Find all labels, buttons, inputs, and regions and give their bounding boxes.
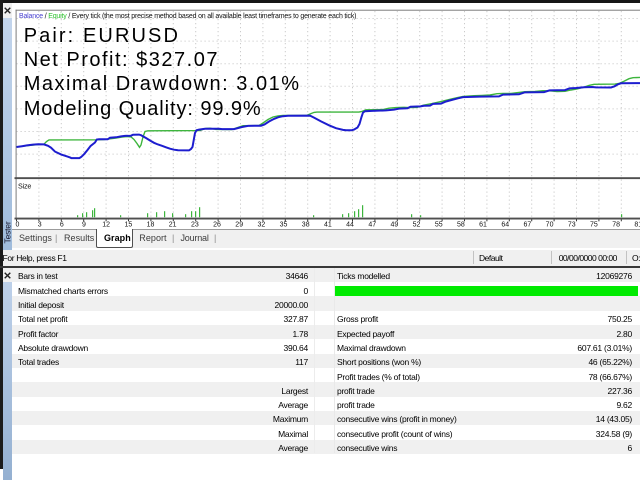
svg-text:73: 73: [568, 222, 576, 229]
svg-text:55: 55: [435, 222, 443, 229]
svg-text:75: 75: [590, 222, 598, 229]
svg-text:26: 26: [213, 222, 221, 229]
svg-text:41: 41: [324, 222, 332, 229]
svg-text:67: 67: [524, 222, 532, 229]
svg-text:15: 15: [124, 222, 132, 229]
svg-text:49: 49: [390, 222, 398, 229]
svg-text:44: 44: [346, 222, 354, 229]
svg-text:64: 64: [501, 222, 509, 229]
svg-text:32: 32: [257, 222, 265, 229]
svg-text:58: 58: [457, 222, 465, 229]
svg-text:61: 61: [479, 222, 487, 229]
svg-text:0: 0: [16, 222, 20, 229]
svg-text:Size: Size: [18, 181, 31, 190]
svg-text:9: 9: [82, 222, 86, 229]
svg-text:81: 81: [634, 222, 640, 229]
svg-text:70: 70: [546, 222, 554, 229]
svg-text:23: 23: [191, 222, 199, 229]
svg-text:52: 52: [413, 222, 421, 229]
svg-text:12: 12: [102, 222, 110, 229]
svg-text:3: 3: [38, 222, 42, 229]
svg-text:21: 21: [169, 222, 177, 229]
svg-text:35: 35: [280, 222, 288, 229]
svg-text:47: 47: [368, 222, 376, 229]
svg-text:6: 6: [60, 222, 64, 229]
svg-text:18: 18: [147, 222, 155, 229]
svg-text:78: 78: [612, 222, 620, 229]
svg-text:29: 29: [235, 222, 243, 229]
svg-text:38: 38: [302, 222, 310, 229]
